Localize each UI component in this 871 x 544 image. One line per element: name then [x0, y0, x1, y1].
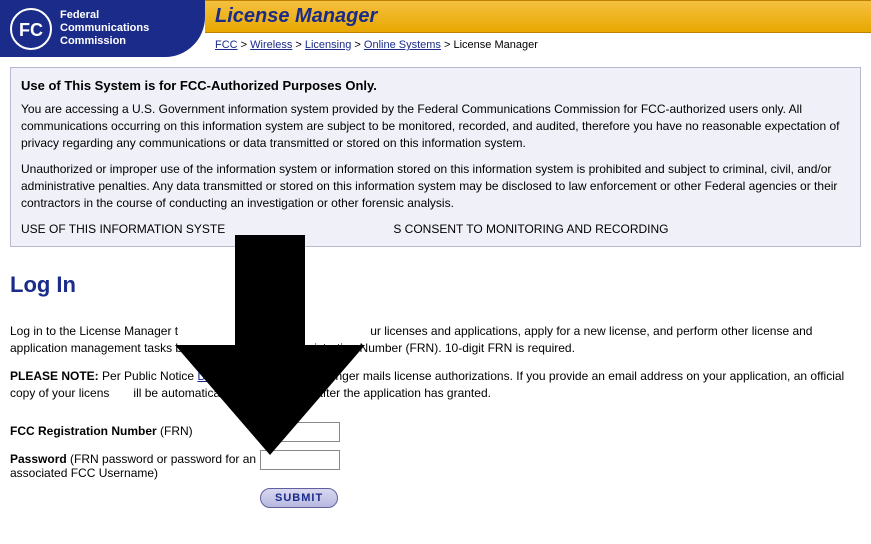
notice-heading: Use of This System is for FCC-Authorized… — [21, 78, 850, 93]
breadcrumb: FCC > Wireless > Licensing > Online Syst… — [205, 33, 871, 57]
password-input[interactable] — [260, 450, 340, 470]
notice-paragraph-2: Unauthorized or improper use of the info… — [21, 161, 850, 211]
page-header: FC Federal Communications Commission Lic… — [0, 0, 871, 57]
fcc-logo-icon: FC — [10, 8, 52, 50]
frn-input[interactable] — [260, 422, 340, 442]
org-name: Federal Communications Commission — [60, 9, 149, 48]
notice-paragraph-1: You are accessing a U.S. Government info… — [21, 101, 850, 151]
breadcrumb-fcc[interactable]: FCC — [215, 39, 238, 51]
svg-text:FC: FC — [19, 20, 43, 40]
password-row: Password (FRN password or password for a… — [10, 450, 861, 480]
please-note: PLEASE NOTE: Per Public Notice DA 1XXXXX… — [10, 368, 861, 402]
frn-row: FCC Registration Number (FRN) — [10, 422, 861, 442]
consent-line: USE OF THIS INFORMATION SYSTEXXXXXXXXXXX… — [21, 222, 850, 236]
breadcrumb-licensing[interactable]: Licensing — [305, 39, 351, 51]
page-title: License Manager — [215, 5, 861, 28]
fcc-logo-block: FC Federal Communications Commission — [0, 0, 205, 57]
system-use-notice: Use of This System is for FCC-Authorized… — [10, 67, 861, 247]
public-notice-link[interactable]: DA 1 — [197, 369, 223, 383]
login-intro: Log in to the License Manager tXXXXXXXXX… — [10, 323, 861, 357]
password-label: Password (FRN password or password for a… — [10, 450, 260, 480]
breadcrumb-current: License Manager — [453, 39, 537, 51]
login-heading: Log In — [10, 272, 861, 298]
submit-button[interactable]: SUBMIT — [260, 488, 338, 508]
breadcrumb-wireless[interactable]: Wireless — [250, 39, 292, 51]
title-bar: License Manager — [205, 0, 871, 33]
breadcrumb-online-systems[interactable]: Online Systems — [364, 39, 441, 51]
frn-label: FCC Registration Number (FRN) — [10, 422, 260, 438]
